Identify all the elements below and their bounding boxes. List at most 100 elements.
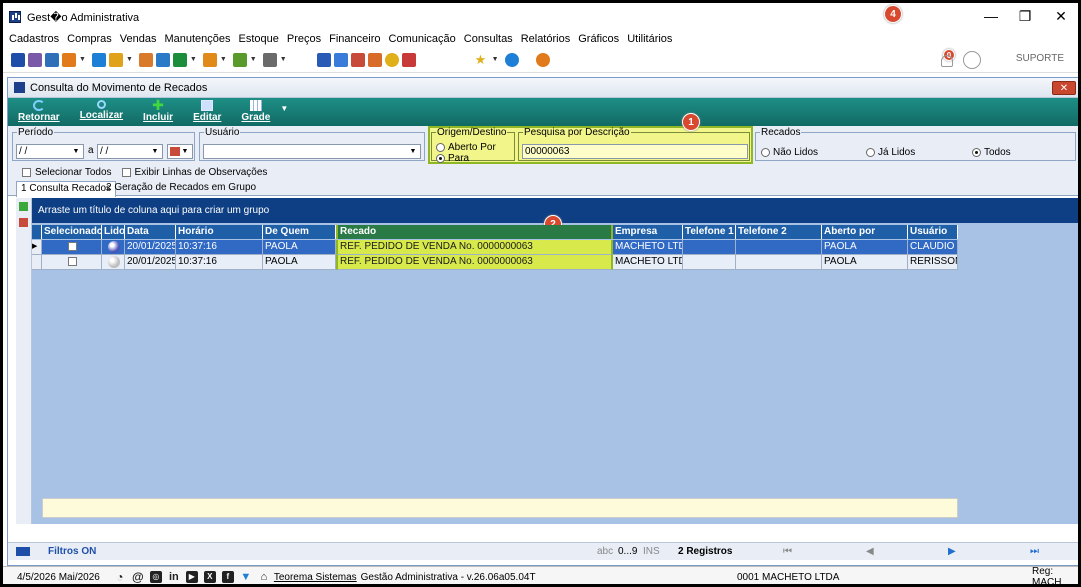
chevron-down-icon[interactable]: ▼: [126, 56, 133, 63]
select-all-checkbox[interactable]: [22, 167, 31, 177]
radio-button[interactable]: [972, 147, 981, 157]
chevron-down-icon[interactable]: ▼: [70, 145, 82, 158]
col-lido[interactable]: Lido: [102, 225, 125, 239]
user-select[interactable]: ▼: [203, 144, 421, 159]
find-button[interactable]: Localizar: [80, 98, 123, 121]
radio-nao-lidos[interactable]: Não Lidos: [761, 147, 818, 158]
menu-utilitarios[interactable]: Utilitários: [627, 33, 672, 45]
x-icon[interactable]: X: [203, 571, 216, 583]
menu-comunicacao[interactable]: Comunicação: [389, 33, 456, 45]
youtube-icon[interactable]: ▶: [185, 571, 198, 583]
facebook-icon[interactable]: f: [221, 571, 234, 583]
menu-graficos[interactable]: Gráficos: [578, 33, 619, 45]
radio-todos[interactable]: Todos: [972, 147, 1011, 158]
boxes-icon[interactable]: [62, 52, 76, 67]
support-button[interactable]: SUPORTE: [1016, 53, 1064, 64]
col-de-quem[interactable]: De Quem: [263, 225, 336, 239]
card-icon[interactable]: [45, 52, 59, 67]
menu-financeiro[interactable]: Financeiro: [329, 33, 380, 45]
linkedin-icon[interactable]: in: [168, 571, 180, 583]
menu-cadastros[interactable]: Cadastros: [9, 33, 59, 45]
radio-button[interactable]: [866, 147, 875, 157]
show-notes-checkbox[interactable]: [121, 167, 131, 177]
chevron-down-icon[interactable]: ▼: [149, 145, 161, 158]
filters-on-label[interactable]: Filtros ON: [48, 545, 96, 559]
date-to-picker[interactable]: / / ▼: [97, 144, 163, 159]
table-row[interactable]: 20/01/2025 10:37:16 PAOLA REF. PEDIDO DE…: [32, 255, 958, 270]
graduation-icon[interactable]: ⌂: [258, 571, 270, 583]
bell-icon[interactable]: [941, 55, 953, 67]
money-icon[interactable]: [232, 52, 247, 67]
menu-vendas[interactable]: Vendas: [120, 33, 157, 45]
col-telefone-2[interactable]: Telefone 2: [736, 225, 822, 239]
printer-icon[interactable]: [262, 52, 277, 67]
power-icon[interactable]: [535, 52, 550, 67]
chevron-down-icon[interactable]: ▼: [280, 104, 288, 113]
maximize-button[interactable]: ❐: [1009, 7, 1041, 25]
row-select-cell[interactable]: [42, 255, 102, 270]
document-icon[interactable]: [91, 52, 106, 67]
tab-geracao-recados-grupo[interactable]: 2 Geração de Recados em Grupo: [102, 181, 260, 197]
radio-para[interactable]: Para: [436, 153, 469, 164]
chevron-down-icon[interactable]: ▼: [190, 56, 197, 63]
grid-button[interactable]: Grade: [241, 98, 270, 123]
close-button[interactable]: ✕: [1045, 7, 1077, 25]
description-search-input[interactable]: 00000063: [522, 144, 748, 159]
menu-manutencoes[interactable]: Manutenções: [164, 33, 230, 45]
at-icon[interactable]: @: [132, 571, 144, 583]
radio-button[interactable]: [436, 153, 445, 163]
lock-icon[interactable]: [384, 52, 399, 67]
clients-icon[interactable]: [11, 52, 25, 67]
row-indicator-header[interactable]: [32, 225, 42, 239]
star-icon[interactable]: ★: [475, 52, 489, 67]
child-close-button[interactable]: ✕: [1052, 81, 1076, 95]
col-selecionado[interactable]: Selecionado: [42, 225, 102, 239]
minimize-button[interactable]: —: [975, 7, 1007, 25]
col-recado[interactable]: Recado: [336, 225, 613, 239]
chevron-down-icon[interactable]: ▼: [407, 145, 419, 158]
chevron-down-icon[interactable]: ▼: [492, 56, 499, 63]
row-select-checkbox[interactable]: [68, 256, 77, 266]
table-row[interactable]: ▶ 20/01/2025 10:37:16 PAOLA REF. PEDIDO …: [32, 240, 958, 255]
add-button[interactable]: ✚ Incluir: [143, 98, 173, 123]
col-horario[interactable]: Horário: [176, 225, 263, 239]
instagram-icon[interactable]: ◎: [149, 571, 162, 583]
teorema-link[interactable]: Teorema Sistemas: [274, 572, 357, 583]
chevron-down-icon[interactable]: ▼: [220, 56, 227, 63]
prev-record-button[interactable]: ◀: [866, 545, 874, 559]
menu-precos[interactable]: Preços: [287, 33, 321, 45]
col-empresa[interactable]: Empresa: [613, 225, 683, 239]
col-aberto-por[interactable]: Aberto por: [822, 225, 908, 239]
collapse-icon[interactable]: [19, 218, 28, 227]
row-select-cell[interactable]: [42, 240, 102, 255]
next-record-button[interactable]: ▶: [948, 545, 956, 559]
row-select-checkbox[interactable]: [68, 241, 77, 251]
calendar-clock-icon[interactable]: [367, 52, 382, 67]
col-telefone-1[interactable]: Telefone 1: [683, 225, 736, 239]
calculator-icon[interactable]: [333, 52, 348, 67]
menu-compras[interactable]: Compras: [67, 33, 112, 45]
calendar-icon[interactable]: [350, 52, 365, 67]
back-button[interactable]: Retornar: [18, 98, 60, 123]
menu-consultas[interactable]: Consultas: [464, 33, 513, 45]
cart-icon[interactable]: [172, 52, 187, 67]
radio-button[interactable]: [761, 147, 770, 157]
chevron-down-icon[interactable]: ▼: [280, 56, 287, 63]
radio-aberto-por[interactable]: Aberto Por: [436, 142, 496, 153]
folder-icon[interactable]: [202, 52, 217, 67]
headset-icon[interactable]: ◔: [114, 571, 126, 583]
info-icon[interactable]: [504, 52, 519, 67]
radio-ja-lidos[interactable]: Já Lidos: [866, 147, 915, 158]
menu-relatorios[interactable]: Relatórios: [521, 33, 571, 45]
expand-icon[interactable]: [19, 202, 28, 211]
radio-button[interactable]: [436, 142, 445, 152]
user-avatar-icon[interactable]: [963, 51, 981, 69]
edit-button[interactable]: Editar: [193, 98, 221, 123]
col-data[interactable]: Data: [125, 225, 176, 239]
first-record-button[interactable]: ⏮: [783, 545, 792, 559]
nfe-icon[interactable]: [316, 52, 331, 67]
chevron-down-icon[interactable]: ▼: [250, 56, 257, 63]
chevron-down-icon[interactable]: ▼: [79, 56, 86, 63]
people-icon[interactable]: [28, 52, 42, 67]
bank-icon[interactable]: [155, 52, 170, 67]
